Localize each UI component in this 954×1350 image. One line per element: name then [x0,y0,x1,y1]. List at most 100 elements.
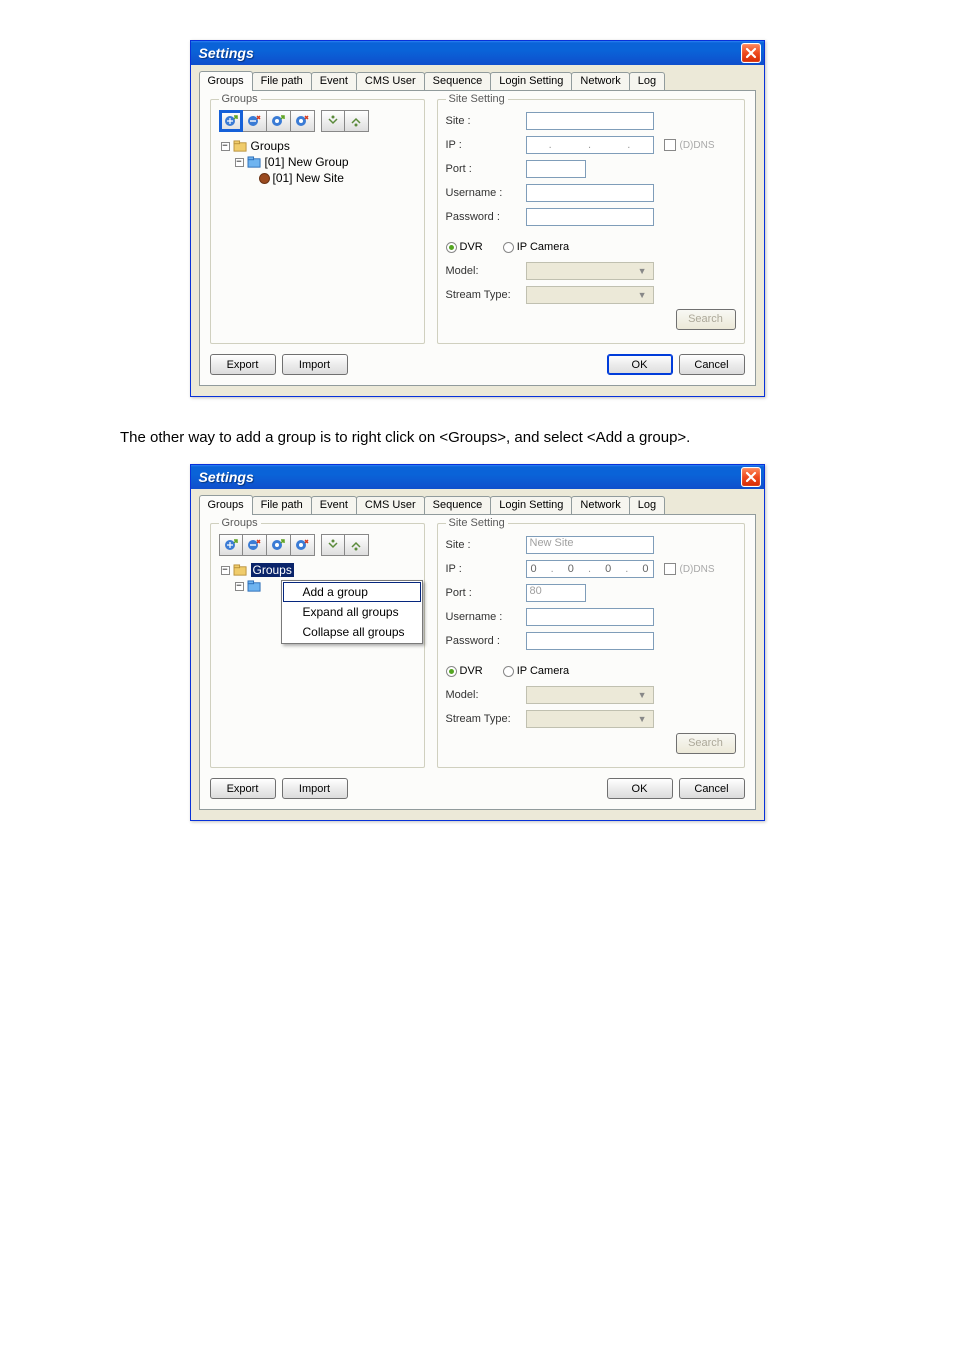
titlebar[interactable]: Settings [191,41,764,65]
ip-input[interactable]: 0. 0. 0. 0 [526,560,654,578]
dvr-radio[interactable]: DVR [446,241,483,253]
remove-group-button[interactable] [243,110,267,132]
tab-filepath[interactable]: File path [252,496,312,514]
tree-site-label: [01] New Site [273,171,344,185]
tree-root-label: Groups [251,139,290,153]
import-button[interactable]: Import [282,778,348,799]
tab-login[interactable]: Login Setting [490,496,572,514]
password-input[interactable] [526,208,654,226]
remove-site-icon [294,113,310,129]
tab-network[interactable]: Network [571,496,629,514]
remove-group-icon [246,537,262,553]
port-input[interactable] [526,160,586,178]
groups-root-icon [233,140,248,153]
dvr-radio[interactable]: DVR [446,665,483,677]
tab-event[interactable]: Event [311,496,357,514]
close-button[interactable] [741,467,761,487]
remove-site-button[interactable] [291,110,315,132]
username-input[interactable] [526,184,654,202]
instruction-text: The other way to add a group is to right… [120,429,820,446]
search-button[interactable]: Search [676,309,736,330]
context-menu[interactable]: Add a group Expand all groups Collapse a… [281,580,423,644]
username-label: Username : [446,187,526,199]
titlebar[interactable]: Settings [191,465,764,489]
model-select[interactable]: ▼ [526,262,654,280]
add-site-button[interactable] [267,534,291,556]
port-input[interactable]: 80 [526,584,586,602]
add-site-icon [270,537,286,553]
ipcamera-radio[interactable]: IP Camera [503,241,569,253]
expand-toggle[interactable]: − [235,582,244,591]
tab-log[interactable]: Log [629,496,665,514]
groups-tree[interactable]: − Groups − [01] New Group [219,138,416,186]
expand-toggle[interactable]: − [221,142,230,151]
tab-network[interactable]: Network [571,72,629,90]
cancel-button[interactable]: Cancel [679,778,745,799]
expand-all-button[interactable] [321,534,345,556]
tab-groups[interactable]: Groups [199,495,253,515]
groups-panel: Groups [210,523,425,768]
remove-group-button[interactable] [243,534,267,556]
ok-button[interactable]: OK [607,354,673,375]
remove-site-icon [294,537,310,553]
tab-cmsuser[interactable]: CMS User [356,496,425,514]
add-group-icon [223,537,239,553]
username-label: Username : [446,611,526,623]
menu-collapse-all[interactable]: Collapse all groups [283,622,421,642]
menu-expand-all[interactable]: Expand all groups [283,602,421,622]
tree-root[interactable]: − Groups [221,138,416,154]
tab-login[interactable]: Login Setting [490,72,572,90]
add-group-button[interactable] [219,534,243,556]
close-button[interactable] [741,43,761,63]
site-setting-panel: Site Setting Site : New Site IP : 0. 0. … [437,523,745,768]
import-button[interactable]: Import [282,354,348,375]
model-select[interactable]: ▼ [526,686,654,704]
groups-panel: Groups [210,99,425,344]
tab-log[interactable]: Log [629,72,665,90]
port-label: Port : [446,587,526,599]
groups-root-icon [233,564,248,577]
tab-event[interactable]: Event [311,72,357,90]
expand-toggle[interactable]: − [221,566,230,575]
ip-label: IP : [446,563,526,575]
add-group-button[interactable] [219,110,243,132]
collapse-icon [349,538,363,552]
export-button[interactable]: Export [210,354,276,375]
window-title: Settings [199,45,254,61]
ip-input[interactable]: . . . [526,136,654,154]
menu-add-group[interactable]: Add a group [283,582,421,602]
site-input[interactable]: New Site [526,536,654,554]
tab-sequence[interactable]: Sequence [424,496,492,514]
tree-group[interactable]: − [01] New Group [221,154,416,170]
tab-sequence[interactable]: Sequence [424,72,492,90]
tree-root-label: Groups [251,563,294,577]
stream-label: Stream Type: [446,713,526,725]
add-site-button[interactable] [267,110,291,132]
tree-root[interactable]: − Groups [221,562,416,578]
groups-legend: Groups [219,517,261,529]
ipcamera-radio[interactable]: IP Camera [503,665,569,677]
tree-site[interactable]: [01] New Site [221,170,416,186]
site-input[interactable] [526,112,654,130]
ddns-checkbox[interactable] [664,563,676,575]
collapse-all-button[interactable] [345,110,369,132]
collapse-all-button[interactable] [345,534,369,556]
expand-toggle[interactable]: − [235,158,244,167]
ddns-checkbox[interactable] [664,139,676,151]
stream-select[interactable]: ▼ [526,286,654,304]
group-icon [247,156,262,169]
expand-all-button[interactable] [321,110,345,132]
ok-button[interactable]: OK [607,778,673,799]
password-input[interactable] [526,632,654,650]
search-button[interactable]: Search [676,733,736,754]
tab-cmsuser[interactable]: CMS User [356,72,425,90]
tab-groups[interactable]: Groups [199,71,253,91]
settings-dialog-2: Settings Groups File path Event CMS User… [190,464,765,821]
remove-site-button[interactable] [291,534,315,556]
dialog-bottom: Export Import OK Cancel [210,768,745,799]
cancel-button[interactable]: Cancel [679,354,745,375]
tab-filepath[interactable]: File path [252,72,312,90]
export-button[interactable]: Export [210,778,276,799]
username-input[interactable] [526,608,654,626]
stream-select[interactable]: ▼ [526,710,654,728]
